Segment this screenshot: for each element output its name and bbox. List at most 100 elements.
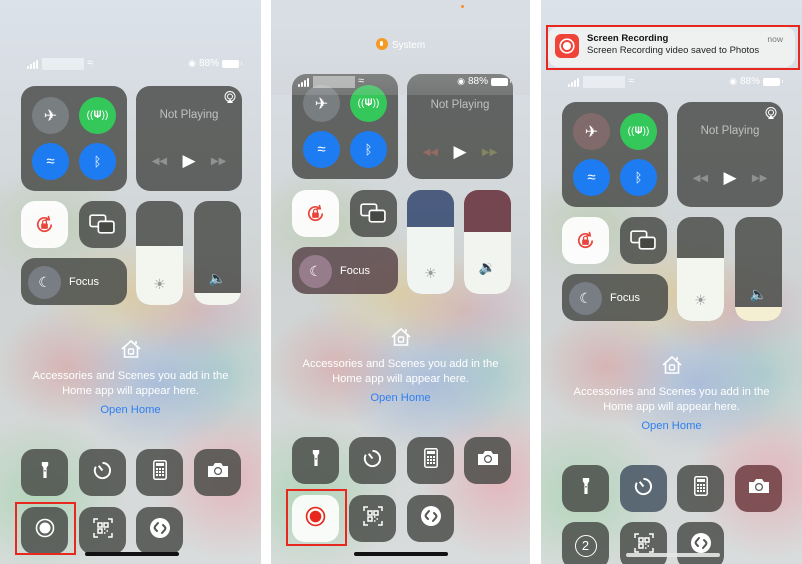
- status-bar: ≈ ◉ 88%: [271, 75, 530, 89]
- screenshot-panel-1: ≈ ◉ 88% ✈ ((𝚿)) ≈ ᛒ Not Playing ◀◀ ▶ ▶▶ ☾ F…: [0, 0, 261, 564]
- home-message-line1: Accessories and Scenes you add in the: [302, 358, 499, 370]
- screen-record-countdown-button[interactable]: 2: [562, 522, 609, 564]
- rewind-icon[interactable]: ◀◀: [423, 147, 438, 158]
- shazam-button[interactable]: [677, 522, 724, 564]
- fast-forward-icon[interactable]: ▶▶: [752, 173, 767, 184]
- wifi-button[interactable]: ≈: [303, 131, 340, 168]
- airplane-mode-button[interactable]: ✈: [32, 97, 69, 134]
- focus-button[interactable]: ☾ Focus: [292, 247, 398, 294]
- open-home-link[interactable]: Open Home: [271, 391, 530, 406]
- wifi-button[interactable]: ≈: [32, 143, 69, 180]
- now-playing-tile[interactable]: Not Playing ◀◀ ▶ ▶▶: [677, 102, 783, 207]
- brightness-slider[interactable]: ☀: [136, 201, 183, 305]
- open-home-link[interactable]: Open Home: [0, 403, 261, 418]
- volume-slider[interactable]: 🔈: [735, 217, 782, 321]
- wifi-icon: ≈: [358, 75, 365, 87]
- highlight-box: [286, 489, 347, 546]
- calculator-button[interactable]: [407, 437, 454, 484]
- home-message-line1: Accessories and Scenes you add in the: [573, 386, 770, 398]
- timer-button[interactable]: [349, 437, 396, 484]
- calculator-button[interactable]: [677, 465, 724, 512]
- focus-label: Focus: [340, 265, 370, 277]
- qr-scanner-button[interactable]: [79, 507, 126, 554]
- qr-scanner-icon: [92, 518, 113, 543]
- camera-button[interactable]: [464, 437, 511, 484]
- rewind-icon[interactable]: ◀◀: [152, 156, 167, 167]
- airplane-mode-button[interactable]: ✈: [573, 113, 610, 150]
- calculator-button[interactable]: [136, 449, 183, 496]
- screen-mirroring-button[interactable]: [350, 190, 397, 237]
- calculator-icon: [152, 460, 167, 485]
- bluetooth-button[interactable]: ᛒ: [620, 159, 657, 196]
- volume-fill: [735, 307, 782, 321]
- bluetooth-icon: ᛒ: [634, 170, 643, 185]
- orientation-lock-button[interactable]: [292, 190, 339, 237]
- airplay-icon[interactable]: [765, 107, 777, 119]
- camera-icon: [477, 450, 499, 471]
- wifi-icon: ≈: [587, 169, 596, 186]
- highlight-box: [546, 25, 800, 70]
- focus-button[interactable]: ☾ Focus: [562, 274, 668, 321]
- now-playing-tile[interactable]: Not Playing ◀◀ ▶ ▶▶: [136, 86, 242, 191]
- camera-button[interactable]: [194, 449, 241, 496]
- sun-icon: ☀: [153, 276, 166, 292]
- qr-scanner-button[interactable]: [620, 522, 667, 564]
- volume-slider[interactable]: 🔈: [194, 201, 241, 305]
- shazam-icon: [149, 517, 171, 544]
- battery-icon: [763, 77, 783, 86]
- bluetooth-button[interactable]: ᛒ: [79, 143, 116, 180]
- camera-button[interactable]: [735, 465, 782, 512]
- home-icon: [120, 339, 141, 358]
- cellular-data-button[interactable]: ((𝚿)): [620, 113, 657, 150]
- bluetooth-button[interactable]: ᛒ: [350, 131, 387, 168]
- play-icon[interactable]: ▶: [723, 168, 736, 188]
- screen-mirroring-button[interactable]: [620, 217, 667, 264]
- home-icon: [661, 355, 682, 374]
- wifi-button[interactable]: ≈: [573, 159, 610, 196]
- airplane-icon: ✈: [584, 123, 599, 141]
- open-home-link[interactable]: Open Home: [541, 419, 802, 434]
- flashlight-button[interactable]: [21, 449, 68, 496]
- shazam-button[interactable]: [407, 495, 454, 542]
- shazam-button[interactable]: [136, 507, 183, 554]
- fast-forward-icon[interactable]: ▶▶: [482, 147, 497, 158]
- volume-slider[interactable]: 🔉: [464, 190, 511, 294]
- home-message-line2: Home app will appear here.: [62, 385, 199, 397]
- home-section: Accessories and Scenes you add in the Ho…: [0, 337, 261, 418]
- play-icon[interactable]: ▶: [453, 142, 466, 162]
- focus-button[interactable]: ☾ Focus: [21, 258, 127, 305]
- flashlight-icon: [41, 460, 49, 485]
- speaker-icon: 🔈: [749, 286, 768, 302]
- wifi-icon: ≈: [317, 141, 326, 158]
- home-indicator: [626, 553, 720, 557]
- cellular-data-button[interactable]: ((𝚿)): [79, 97, 116, 134]
- timer-button[interactable]: [620, 465, 667, 512]
- brightness-slider[interactable]: ☀: [407, 190, 454, 294]
- timer-icon: [362, 448, 383, 474]
- play-icon[interactable]: ▶: [182, 151, 195, 171]
- fast-forward-icon[interactable]: ▶▶: [211, 156, 226, 167]
- wifi-icon: ≈: [87, 57, 94, 69]
- focus-label: Focus: [69, 276, 99, 288]
- antenna-icon: ((𝚿)): [86, 110, 109, 121]
- orientation-lock-button[interactable]: [562, 217, 609, 264]
- qr-scanner-button[interactable]: [349, 495, 396, 542]
- focus-label: Focus: [610, 292, 640, 304]
- privacy-indicator-dot: [461, 5, 464, 8]
- rewind-icon[interactable]: ◀◀: [693, 173, 708, 184]
- orientation-lock-icon: ◉: [188, 58, 196, 68]
- orientation-lock-icon: ◉: [729, 76, 737, 86]
- sun-icon: ☀: [424, 265, 437, 281]
- timer-button[interactable]: [79, 449, 126, 496]
- battery-icon: [491, 77, 511, 86]
- orientation-lock-icon: ◉: [457, 76, 465, 86]
- flashlight-button[interactable]: [562, 465, 609, 512]
- screen-mirroring-button[interactable]: [79, 201, 126, 248]
- battery-icon: [222, 59, 242, 68]
- carrier-redacted: [583, 76, 625, 88]
- brightness-slider[interactable]: ☀: [677, 217, 724, 321]
- orientation-lock-button[interactable]: [21, 201, 68, 248]
- airplay-icon[interactable]: [224, 91, 236, 103]
- orientation-lock-icon: [36, 215, 53, 233]
- flashlight-button[interactable]: [292, 437, 339, 484]
